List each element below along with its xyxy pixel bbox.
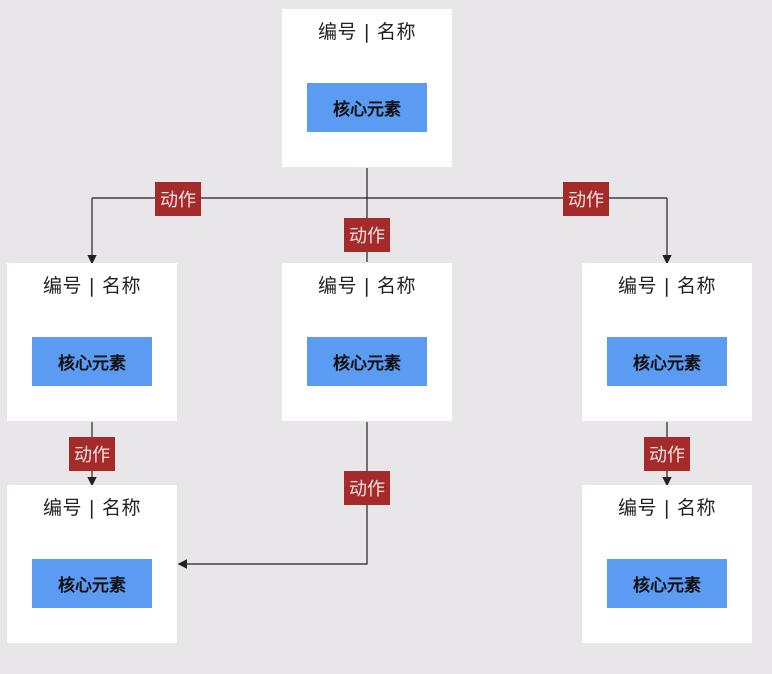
action-label-center-mid-to-left-bottom: 动作: [344, 471, 390, 505]
flow-diagram: 编号 | 名称 核心元素 编号 | 名称 核心元素 编号 | 名称 核心元素 编…: [0, 0, 772, 674]
node-title: 编号 | 名称: [318, 21, 416, 43]
node-title: 编号 | 名称: [43, 497, 141, 519]
core-element: 核心元素: [607, 559, 727, 608]
core-element: 核心元素: [307, 337, 427, 386]
action-label-root-to-right-mid: 动作: [563, 182, 609, 216]
node-title: 编号 | 名称: [618, 275, 716, 297]
action-label-root-to-center-mid: 动作: [344, 218, 390, 252]
node-title: 编号 | 名称: [618, 497, 716, 519]
node-title: 编号 | 名称: [43, 275, 141, 297]
action-label-left-mid-to-left-bottom: 动作: [69, 437, 115, 471]
action-label-right-mid-to-right-bottom: 动作: [644, 437, 690, 471]
node-title: 编号 | 名称: [318, 275, 416, 297]
node-left-bottom: 编号 | 名称 核心元素: [7, 485, 177, 643]
node-right-bottom: 编号 | 名称 核心元素: [582, 485, 752, 643]
core-element: 核心元素: [307, 83, 427, 132]
core-element: 核心元素: [32, 559, 152, 608]
core-element: 核心元素: [32, 337, 152, 386]
node-center-mid: 编号 | 名称 核心元素: [282, 263, 452, 421]
node-left-mid: 编号 | 名称 核心元素: [7, 263, 177, 421]
connector-center-mid-to-left-bottom: [177, 422, 368, 569]
node-right-mid: 编号 | 名称 核心元素: [582, 263, 752, 421]
node-root: 编号 | 名称 核心元素: [282, 9, 452, 167]
action-label-root-to-left-mid: 动作: [155, 182, 201, 216]
core-element: 核心元素: [607, 337, 727, 386]
